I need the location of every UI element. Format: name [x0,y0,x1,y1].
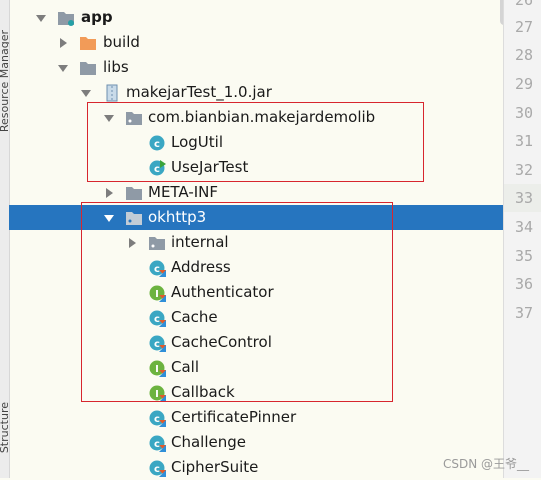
tree-label-challenge: Challenge [171,433,246,451]
class-icon: c [148,409,166,427]
line-number: 31 [514,132,533,150]
highlight-box-okhttp3 [81,202,393,402]
tree-label-app: app [81,8,113,26]
tree-label-libs: libs [103,58,129,76]
line-number: 33 [514,189,533,207]
line-number: 37 [514,304,533,322]
tree-label-certificatepinner: CertificatePinner [171,408,297,426]
line-number: 34 [514,218,533,236]
line-number: 35 [514,247,533,265]
highlight-box-package [87,102,424,182]
class-icon: c [148,459,166,477]
line-number: 36 [514,275,533,293]
chevron-down-icon[interactable] [34,11,48,25]
line-number: 30 [514,104,533,122]
chevron-down-icon[interactable] [79,86,93,100]
chevron-down-icon[interactable] [56,61,70,75]
chevron-right-icon[interactable] [102,186,116,200]
tree-row-libs[interactable]: libs [9,55,503,80]
line-number: 26 [514,0,533,9]
tree-row-ciphersuite[interactable]: c CipherSuite [9,455,503,480]
jar-file-icon [103,84,121,102]
module-folder-icon [57,9,75,27]
svg-text:c: c [154,414,160,425]
folder-icon [125,184,143,202]
tree-row-build[interactable]: build [9,30,503,55]
tree-row-app[interactable]: app [9,5,503,30]
editor-line-gutter: 26 27 28 29 30 31 32 33 34 35 36 37 [503,0,541,478]
tree-row-challenge[interactable]: c Challenge [9,430,503,455]
tree-label-build: build [103,33,140,51]
folder-icon [79,34,97,52]
tree-label-ciphersuite: CipherSuite [171,458,259,476]
tree-row-certificatepinner[interactable]: c CertificatePinner [9,405,503,430]
folder-icon [79,59,97,77]
svg-text:c: c [154,464,160,475]
line-number: 27 [514,18,533,36]
class-icon: c [148,434,166,452]
chevron-right-icon[interactable] [56,36,70,50]
line-number: 28 [514,46,533,64]
line-number: 29 [514,75,533,93]
svg-text:c: c [154,439,160,450]
line-number: 32 [514,161,533,179]
watermark: CSDN @王爷__ [442,457,529,471]
